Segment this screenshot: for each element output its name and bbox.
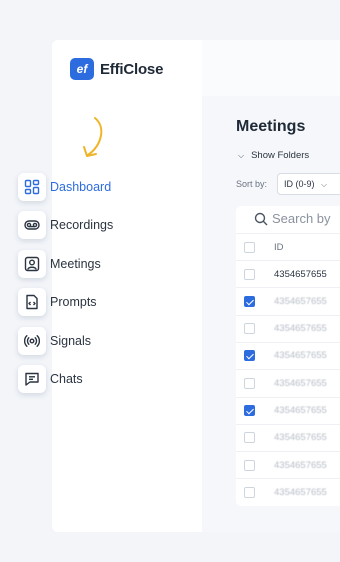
row-id: 4354657655 [274,405,327,416]
chevron-down-icon: ⌵ [321,180,328,189]
table-row[interactable]: 4354657655 [236,260,340,287]
sidebar-item-meetings[interactable]: Meetings [18,250,178,278]
select-all-checkbox[interactable] [244,241,255,253]
table-row[interactable]: 4354657655 [236,451,340,478]
row-checkbox[interactable] [244,295,255,307]
sidebar-item-label: Dashboard [50,180,112,194]
chevron-down-icon: ⌵ [238,150,245,160]
sidebar-item-label: Recordings [50,218,114,232]
sidebar [52,40,202,532]
table-row[interactable]: 4354657655 [236,314,340,342]
row-id: 4354657655 [274,268,327,280]
code-file-icon [18,288,46,316]
row-id: 4354657655 [274,350,327,362]
sidebar-item-label: Signals [50,334,91,348]
row-checkbox[interactable] [244,405,255,416]
sidebar-item-label: Prompts [50,295,97,309]
chat-icon [18,365,46,393]
show-folders-label: Show Folders [251,150,310,161]
row-id: 4354657655 [274,432,327,444]
row-id: 4354657655 [274,295,327,307]
broadcast-icon [18,327,46,355]
search-bar[interactable]: Search by [254,211,331,226]
page-title: Meetings [236,118,306,135]
row-checkbox[interactable] [244,268,255,280]
voicemail-icon [18,211,46,239]
sidebar-item-prompts[interactable]: Prompts [18,288,178,316]
sort-select[interactable]: ID (0-9) ⌵ [277,173,340,195]
logo-mark: ef [70,58,94,80]
top-bar [202,40,340,96]
row-id: 4354657655 [274,459,327,471]
table-row[interactable]: 4354657655 [236,396,340,424]
table-row[interactable]: 4354657655 [236,423,340,451]
row-checkbox[interactable] [244,459,255,471]
sidebar-item-dashboard[interactable]: Dashboard [18,173,178,201]
row-checkbox[interactable] [244,486,255,498]
search-input[interactable]: Search by [272,211,331,226]
sidebar-item-label: Meetings [50,257,101,271]
sort-by-label: Sort by: [236,179,268,189]
table-row[interactable]: 4354657655 [236,341,340,369]
curved-arrow-icon [83,117,103,157]
row-checkbox[interactable] [244,377,255,389]
sidebar-item-chats[interactable]: Chats [18,365,178,393]
show-folders-toggle[interactable]: ⌵ Show Folders [238,150,309,161]
table-header-row: ID [236,233,340,260]
search-icon [254,212,268,225]
table-row[interactable]: 4354657655 [236,369,340,396]
brand-logo[interactable]: ef EffiClose [70,58,163,80]
sidebar-item-label: Chats [50,372,83,386]
row-id: 4354657655 [274,486,327,498]
dashboard-icon [18,173,46,201]
table-row[interactable]: 4354657655 [236,478,340,505]
sidebar-item-recordings[interactable]: Recordings [18,211,178,239]
column-header-id: ID [274,241,284,253]
row-checkbox[interactable] [244,432,255,444]
user-square-icon [18,250,46,278]
brand-name: EffiClose [100,60,164,78]
row-id: 4354657655 [274,323,327,335]
row-checkbox[interactable] [244,323,255,335]
sidebar-item-signals[interactable]: Signals [18,327,178,355]
table-row[interactable]: 4354657655 [236,287,340,314]
sort-value: ID (0-9) [284,179,315,189]
row-id: 4354657655 [274,377,327,389]
row-checkbox[interactable] [244,350,255,362]
